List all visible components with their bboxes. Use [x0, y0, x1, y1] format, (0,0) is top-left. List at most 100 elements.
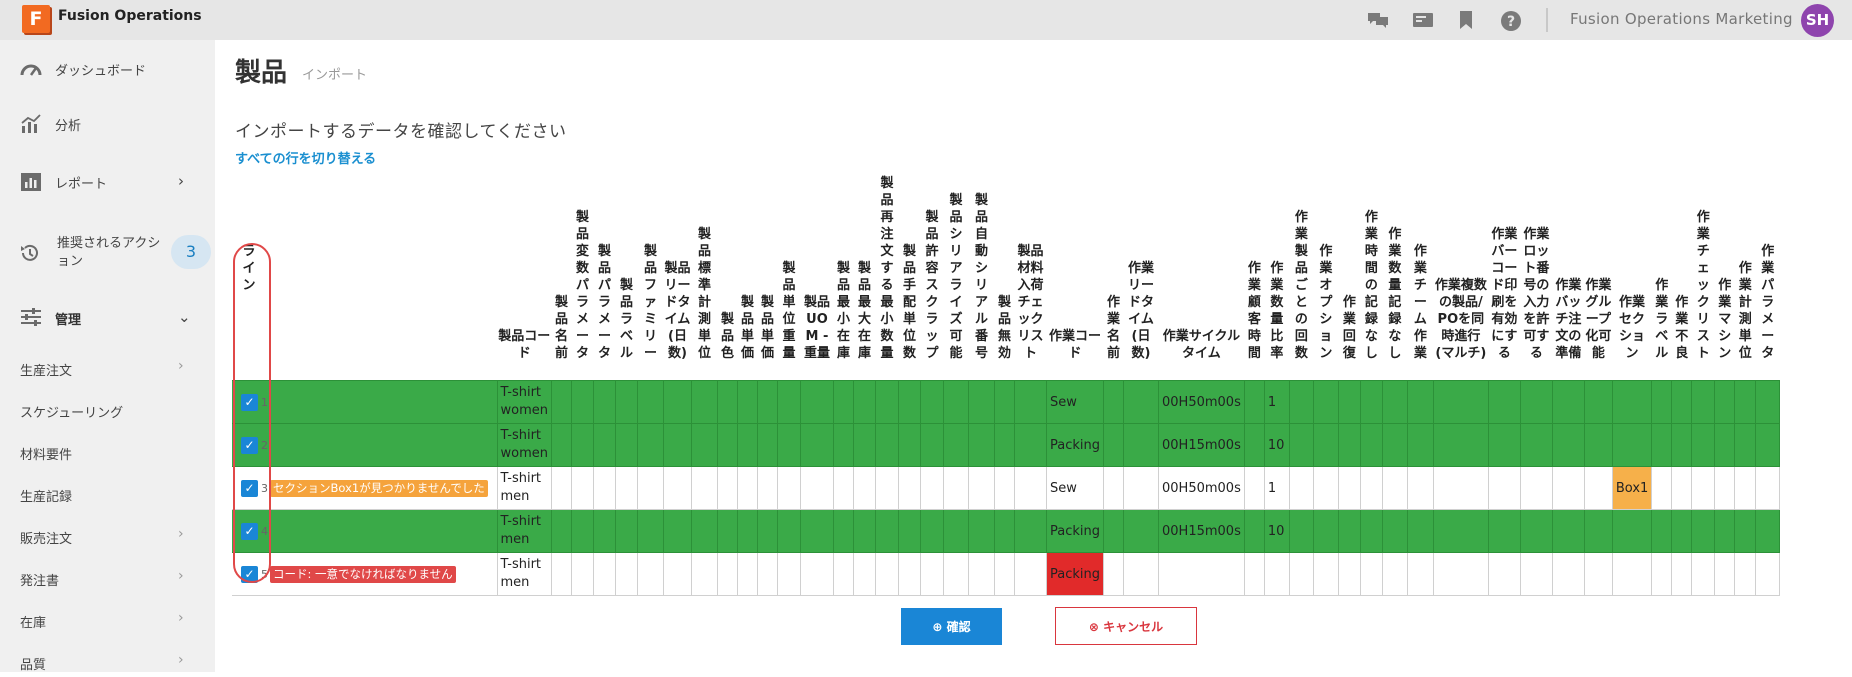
dashboard-icon: [20, 59, 42, 79]
row-checkbox[interactable]: ✓: [241, 436, 258, 454]
table-cell: [799, 423, 834, 467]
table-row[interactable]: ✓ 2 T-shirt women Packing 00H15m00s 10: [232, 423, 1781, 467]
table-cell: [1651, 552, 1673, 596]
table-cell: [1432, 380, 1489, 424]
column-header: 作業セクション: [1612, 175, 1651, 381]
row-checkbox[interactable]: ✓: [241, 565, 258, 583]
sidebar-sub-inventory[interactable]: 在庫 ›: [0, 605, 215, 635]
table-cell: [550, 380, 572, 424]
table-cell: [636, 552, 664, 596]
table-cell: [1013, 509, 1047, 553]
column-header-label: 作業パラメータ: [1761, 244, 1775, 361]
sidebar-sub-material-requirements[interactable]: 材料要件: [0, 437, 215, 467]
table-cell: [716, 380, 738, 424]
org-name[interactable]: Fusion Operations Marketing: [1570, 10, 1793, 28]
sidebar-sub-purchase-orders[interactable]: 発注書 ›: [0, 563, 215, 593]
table-row[interactable]: ✓ 5 コード: 一意でなければなりません T-shirt men Packing: [232, 552, 1781, 596]
table-cell: [1487, 380, 1521, 424]
table-cell: [897, 380, 921, 424]
table-cell: [799, 552, 834, 596]
announcement-icon[interactable]: [1412, 11, 1433, 29]
table-cell: [1734, 423, 1757, 467]
table-cell: [570, 509, 594, 553]
sidebar-sub-sales-orders[interactable]: 販売注文 ›: [0, 521, 215, 551]
row-checkbox[interactable]: ✓: [241, 522, 258, 540]
sidebar-item-analytics[interactable]: 分析: [0, 104, 215, 144]
row-checkbox[interactable]: ✓: [241, 479, 258, 497]
table-cell: [942, 380, 969, 424]
table-cell: [1288, 380, 1314, 424]
import-preview-table-wrap: ライン 製品コード 製品名前 製品変数パラメータ 製品パラメータ 製品ラベル 製品ファミリー…: [232, 175, 1781, 596]
column-header: 製品色: [717, 175, 737, 381]
table-cell: [799, 380, 834, 424]
cell-product-code: T-shirt men: [496, 466, 552, 510]
sidebar-item-admin[interactable]: 管理 ⌄: [0, 298, 215, 338]
table-cell: [1337, 509, 1361, 553]
table-cell: [1243, 380, 1265, 424]
help-icon[interactable]: ?: [1501, 11, 1521, 31]
column-header: ライン: [232, 175, 497, 381]
column-header: 作業回復: [1338, 175, 1360, 381]
row-number: 3: [261, 481, 268, 495]
table-cell: [832, 423, 854, 467]
table-cell: [1583, 509, 1613, 553]
row-error-tag: コード: 一意でなければなりません: [270, 565, 456, 583]
cell-product-code: T-shirt men: [496, 552, 552, 596]
user-avatar[interactable]: SH: [1801, 4, 1834, 37]
fusion-logo[interactable]: F: [22, 5, 50, 33]
table-cell: [1381, 509, 1408, 553]
table-cell: [1359, 380, 1383, 424]
table-cell: [1487, 423, 1521, 467]
sidebar-sub-quality[interactable]: 品質 ›: [0, 647, 215, 677]
table-row[interactable]: ✓ 3 セクションBox1が見つかりませんでした T-shirt men Sew 00H5…: [232, 466, 1781, 510]
table-cell: [776, 380, 801, 424]
cell-value: Packing: [1049, 437, 1100, 453]
cell-value: T-shirt men: [500, 514, 542, 547]
column-header: 作業名前: [1104, 175, 1124, 381]
bookmark-icon[interactable]: [1459, 11, 1479, 29]
cancel-button[interactable]: ⊗ キャンセル: [1055, 607, 1197, 645]
column-header: 作業グループ化可能: [1584, 175, 1612, 381]
column-header: 作業顧客時間: [1244, 175, 1264, 381]
toggle-all-rows-link[interactable]: すべての行を切り替える: [235, 148, 376, 167]
table-cell: [1381, 380, 1408, 424]
sidebar-item-dashboard[interactable]: ダッシュボード: [0, 49, 215, 89]
sidebar-item-reports[interactable]: レポート ›: [0, 162, 215, 202]
app-title[interactable]: Fusion Operations: [58, 8, 202, 24]
table-cell: [1123, 423, 1159, 467]
table-cell: [852, 552, 876, 596]
chevron-right-icon: ›: [178, 526, 184, 542]
confirm-button[interactable]: ⊕ 確認: [901, 608, 1002, 645]
table-cell: [662, 509, 692, 553]
table-cell: [636, 423, 664, 467]
cell-qty-ratio: 10: [1263, 423, 1290, 467]
row-number: 5: [261, 567, 268, 581]
column-header: 製品変数パラメータ: [571, 175, 593, 381]
row-checkbox[interactable]: ✓: [241, 393, 258, 411]
table-cell: [1337, 552, 1361, 596]
recommended-actions-count-badge: 3: [171, 235, 211, 269]
column-header: 作業チェックリスト: [1692, 175, 1715, 381]
table-cell: [1432, 509, 1489, 553]
table-cell: [1691, 509, 1716, 553]
table-cell: [592, 380, 616, 424]
sidebar-item-label: 推奨されるアクション: [57, 236, 161, 269]
table-cell: [570, 552, 594, 596]
column-header: 製品UOM - 重量: [800, 175, 833, 381]
table-row[interactable]: ✓ 1 T-shirt women Sew 00H50m00s 1: [232, 380, 1781, 424]
table-cell: [1432, 423, 1489, 467]
column-header-label: 製品最小在庫: [836, 261, 850, 361]
table-cell: [1381, 552, 1408, 596]
chevron-down-icon: ⌄: [178, 308, 191, 326]
table-cell: [874, 423, 899, 467]
column-header: 製品手配単位数: [898, 175, 920, 381]
table-row[interactable]: ✓ 4 T-shirt men Packing 00H15m00s 10: [232, 509, 1781, 553]
sidebar-sub-production-orders[interactable]: 生産注文 ›: [0, 353, 215, 383]
chat-icon[interactable]: [1367, 11, 1388, 29]
table-cell: [1734, 380, 1757, 424]
table-cell: [1691, 380, 1716, 424]
sidebar-sub-scheduling[interactable]: スケジューリング: [0, 395, 215, 425]
table-cell: [967, 423, 995, 467]
sidebar-sub-production-records[interactable]: 生産記録: [0, 479, 215, 509]
table-cell: [636, 466, 664, 510]
